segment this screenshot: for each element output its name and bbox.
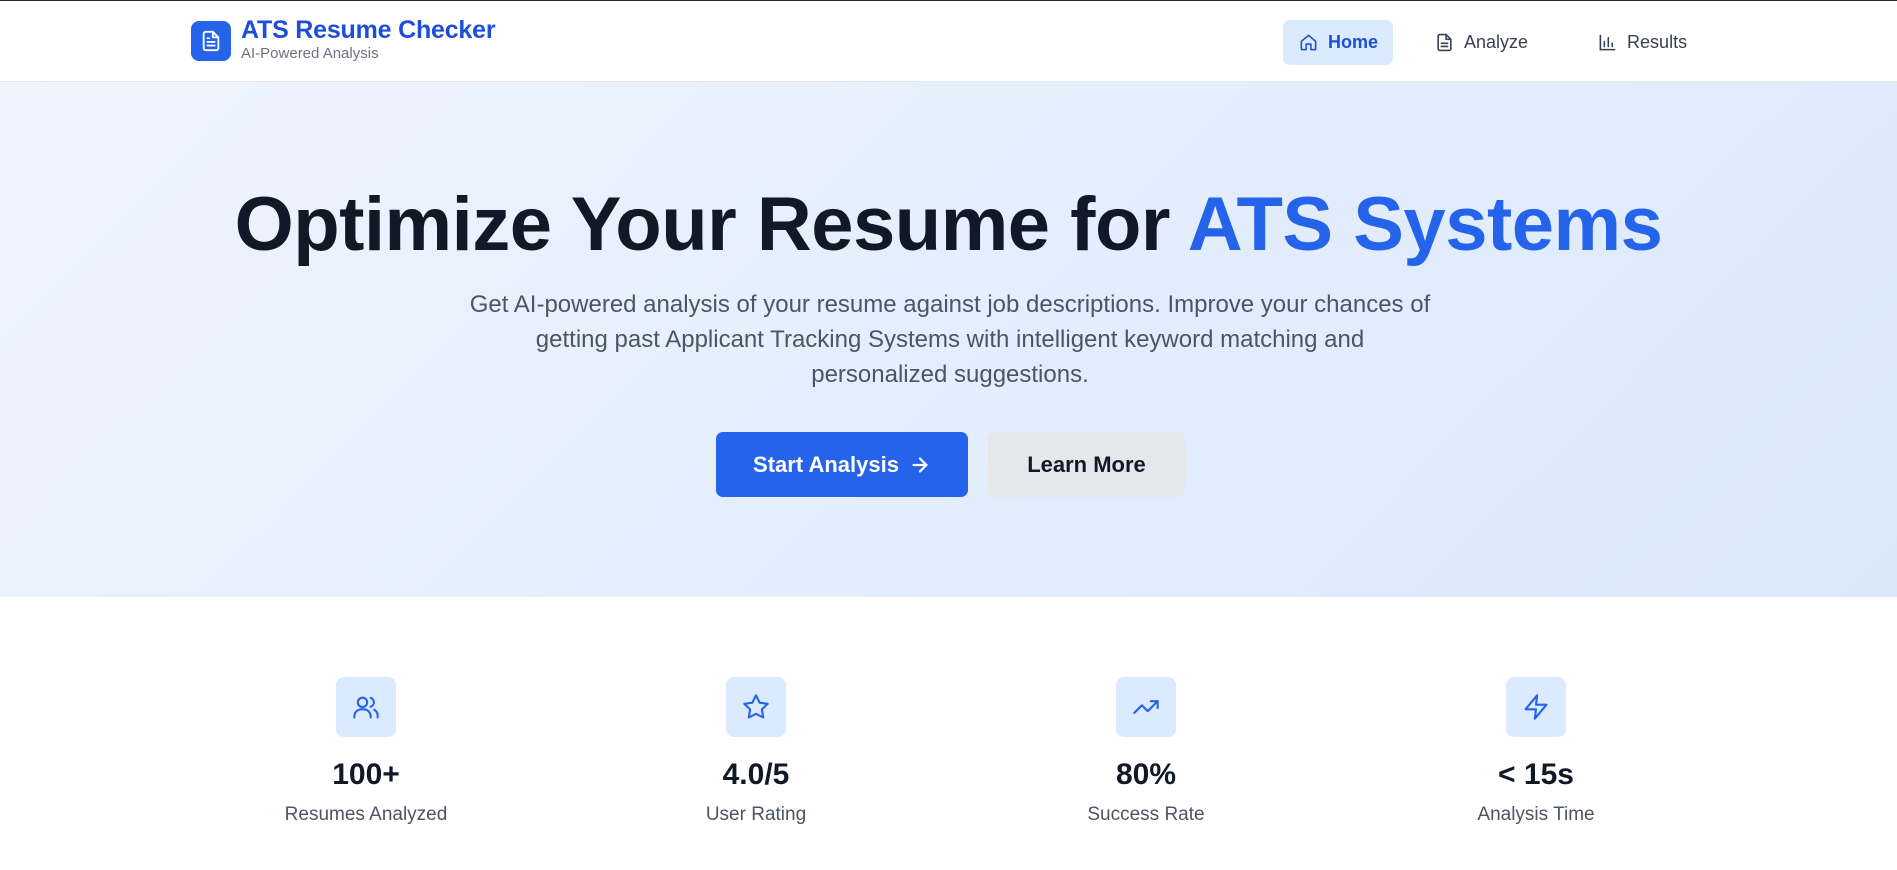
stat-success-rate: 80% Success Rate xyxy=(996,677,1296,827)
stat-value: 80% xyxy=(1115,758,1177,791)
stats-section: 100+ Resumes Analyzed 4.0/5 User Rating … xyxy=(0,597,1897,870)
learn-more-label: Learn More xyxy=(1027,451,1146,477)
nav-item-results[interactable]: Results xyxy=(1582,20,1703,65)
bar-chart-icon xyxy=(1598,33,1617,52)
star-icon xyxy=(726,677,786,737)
brand-subtitle: AI-Powered Analysis xyxy=(241,45,379,62)
hero-section: Optimize Your Resume for ATS Systems Get… xyxy=(0,82,1897,597)
start-analysis-label: Start Analysis xyxy=(753,451,899,477)
hero-title: Optimize Your Resume for ATS Systems xyxy=(0,180,1897,270)
stat-value: 4.0/5 xyxy=(722,758,790,791)
stat-label: Success Rate xyxy=(1087,804,1205,825)
brand[interactable]: ATS Resume Checker AI-Powered Analysis xyxy=(191,16,496,63)
nav-item-label: Analyze xyxy=(1464,32,1529,52)
stat-value: < 15s xyxy=(1498,758,1574,791)
users-icon xyxy=(336,677,396,737)
stat-resumes-analyzed: 100+ Resumes Analyzed xyxy=(216,677,516,827)
nav-item-analyze[interactable]: Analyze xyxy=(1419,20,1544,65)
lightning-icon xyxy=(1506,677,1566,737)
home-icon xyxy=(1299,33,1318,52)
stat-user-rating: 4.0/5 User Rating xyxy=(606,677,906,827)
hero-title-accent: ATS Systems xyxy=(1187,182,1663,267)
stat-label: Analysis Time xyxy=(1477,804,1595,825)
start-analysis-button[interactable]: Start Analysis xyxy=(716,432,968,497)
nav-item-label: Home xyxy=(1328,32,1379,52)
document-icon xyxy=(191,21,231,61)
arrow-right-icon xyxy=(909,454,931,476)
stat-label: User Rating xyxy=(705,804,807,825)
learn-more-button[interactable]: Learn More xyxy=(988,432,1185,497)
nav-item-label: Results xyxy=(1627,32,1688,52)
main-nav: Home Analyze Results xyxy=(1283,20,1703,65)
stat-value: 100+ xyxy=(332,758,400,791)
document-icon xyxy=(1435,33,1454,52)
stat-label: Resumes Analyzed xyxy=(284,804,448,825)
hero-title-main: Optimize Your Resume for xyxy=(234,182,1188,267)
hero-description: Get AI-powered analysis of your resume a… xyxy=(469,291,1431,388)
top-navbar: ATS Resume Checker AI-Powered Analysis H… xyxy=(0,1,1897,82)
brand-title: ATS Resume Checker xyxy=(241,16,496,44)
stat-analysis-time: < 15s Analysis Time xyxy=(1386,677,1686,827)
nav-item-home[interactable]: Home xyxy=(1283,20,1393,65)
trending-up-icon xyxy=(1116,677,1176,737)
